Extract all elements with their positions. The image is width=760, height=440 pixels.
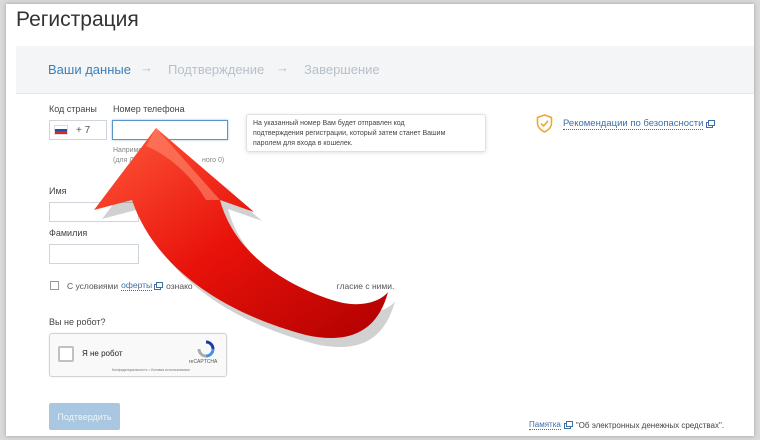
country-code-value: + 7 <box>76 124 91 136</box>
page-title: Регистрация <box>16 8 139 31</box>
offer-link[interactable]: оферты <box>121 280 153 291</box>
recaptcha-logo-icon <box>197 340 215 358</box>
external-link-icon <box>154 281 164 290</box>
country-code-select[interactable]: + 7 <box>49 120 107 140</box>
external-link-icon <box>563 421 573 429</box>
robot-label: Вы не робот? <box>49 317 106 327</box>
last-name-label: Фамилия <box>49 228 88 238</box>
memo-text: "Об электронных денежных средствах". <box>575 420 725 430</box>
shield-check-icon <box>536 114 553 133</box>
arrow-shadow <box>102 137 395 348</box>
terms-checkbox[interactable] <box>50 281 59 290</box>
phone-hint-tail: ного 0) <box>202 157 225 164</box>
step-arrow-icon: → <box>276 60 289 75</box>
phone-label: Номер телефона <box>113 104 185 114</box>
submit-button[interactable]: Подтвердить <box>49 403 120 430</box>
recaptcha-checkbox[interactable] <box>58 346 74 362</box>
step-confirmation: Подтверждение <box>168 62 265 77</box>
terms-agreement: С условиями оферты ознако гласие с ними. <box>50 280 394 291</box>
first-name-label: Имя <box>49 186 67 196</box>
first-name-input[interactable] <box>49 202 139 222</box>
recaptcha-brand: reCAPTCHA <box>189 359 218 365</box>
tooltip-line: паролем для входа в кошелек. <box>253 140 353 147</box>
step-completion: Завершение <box>304 62 380 77</box>
phone-tooltip: На указанный номер Вам будет отправлен к… <box>246 114 486 152</box>
terms-middle: ознако <box>166 280 193 291</box>
russia-flag-icon <box>54 125 68 135</box>
memo: Памятка "Об электронных денежных средств… <box>529 420 724 430</box>
last-name-input[interactable] <box>49 244 139 264</box>
recaptcha-terms[interactable]: Конфиденциальность • Условия использован… <box>112 368 190 372</box>
country-code-label: Код страны <box>49 104 97 114</box>
tooltip-line: подтверждения регистрации, который затем… <box>253 130 446 137</box>
security-recommendations[interactable]: Рекомендации по безопасности <box>536 114 716 133</box>
memo-link[interactable]: Памятка <box>529 420 561 430</box>
terms-prefix: С условиями <box>67 280 119 291</box>
phone-hint-line2: (для Литвы <box>113 157 150 164</box>
step-arrow-icon: → <box>140 60 153 75</box>
recaptcha-label: Я не робот <box>82 349 123 358</box>
step-your-data: Ваши данные <box>48 62 131 77</box>
security-link[interactable]: Рекомендации по безопасности <box>563 118 704 130</box>
phone-hint: Например 9 <box>113 147 152 154</box>
tooltip-line: На указанный номер Вам будет отправлен к… <box>253 120 405 127</box>
external-link-icon <box>706 119 716 128</box>
registration-window: Регистрация Ваши данные → Подтверждение … <box>6 4 754 436</box>
recaptcha-widget: Я не робот reCAPTCHA Конфиденциальность … <box>49 333 227 377</box>
phone-input[interactable] <box>112 120 228 140</box>
terms-suffix: гласие с ними. <box>336 280 395 291</box>
steps-bar: Ваши данные → Подтверждение → Завершение <box>16 46 754 94</box>
